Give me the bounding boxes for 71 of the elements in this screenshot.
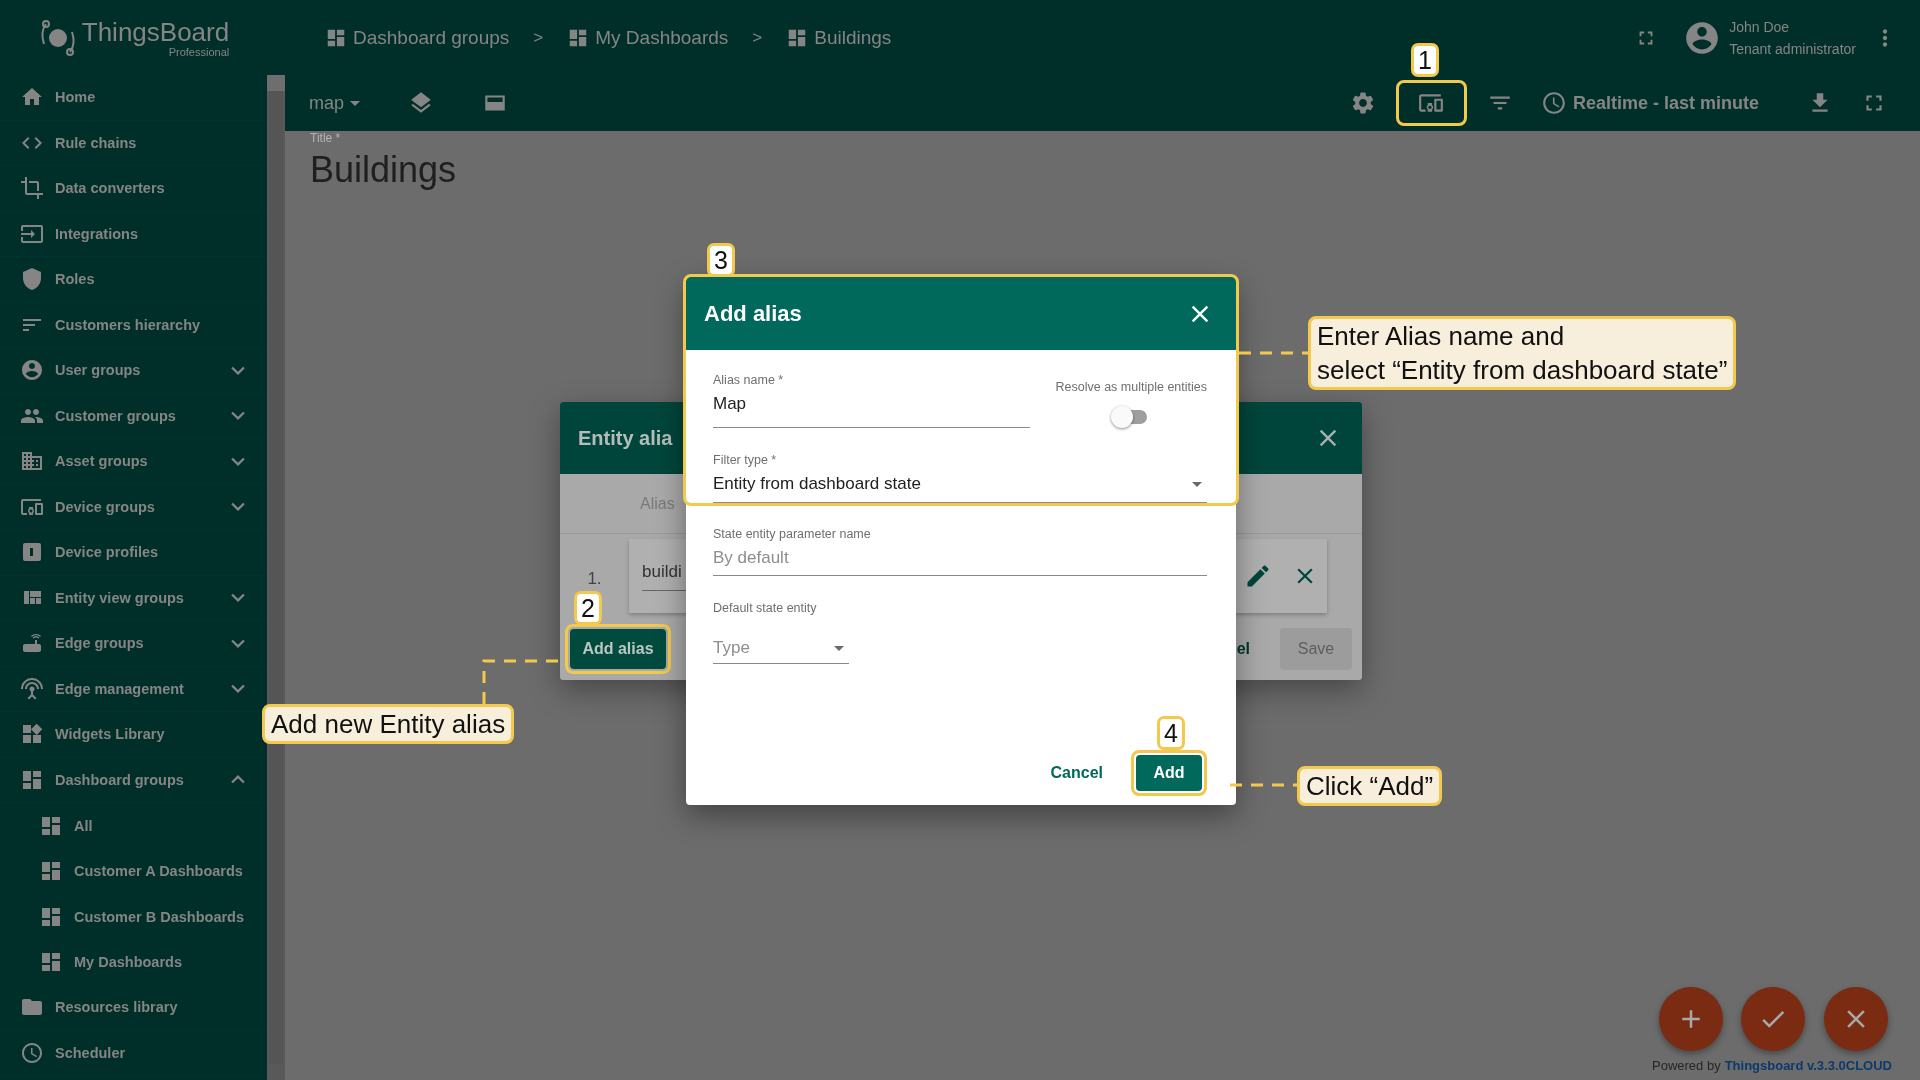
user-name: John Doe: [1729, 18, 1791, 35]
sidebar-item[interactable]: Roles: [0, 257, 267, 303]
step-number: 4: [1157, 716, 1185, 750]
sidebar-item[interactable]: Entity view groups: [0, 575, 267, 621]
dialog-title: Entity alia: [578, 426, 673, 450]
alias-name-field[interactable]: Alias name * Map: [713, 372, 1030, 428]
chevron-icon: [231, 684, 245, 694]
sidebar-item[interactable]: User groups: [0, 348, 267, 394]
chevron-icon: [231, 775, 245, 785]
breadcrumb-link[interactable]: Dashboard groups: [325, 26, 510, 49]
clock-icon: [20, 1040, 44, 1065]
title-label: Title *: [310, 131, 342, 145]
sidebar-item[interactable]: Device groups: [0, 484, 267, 530]
sidebar-item[interactable]: Customer groups: [0, 393, 267, 439]
type-select[interactable]: Type: [713, 636, 849, 664]
state-parameter-field[interactable]: State entity parameter name By default: [713, 526, 1207, 576]
breadcrumb-separator: >: [533, 27, 544, 48]
user-role: Tenant administrator: [1729, 40, 1856, 57]
cancel-link[interactable]: el: [1236, 640, 1250, 658]
caret-icon: [350, 100, 360, 106]
leader-line: [1230, 783, 1297, 787]
section-label: Default state entity: [713, 600, 817, 616]
caret-icon: [1192, 481, 1202, 487]
timewindow-button[interactable]: Realtime - last minute: [1540, 90, 1759, 116]
chevron-icon: [231, 411, 245, 421]
add-button[interactable]: Add: [1136, 755, 1202, 791]
filter-type-select[interactable]: Filter type * Entity from dashboard state: [713, 452, 1207, 503]
add-alias-button[interactable]: Add alias: [570, 629, 666, 669]
chevron-icon: [231, 593, 245, 603]
sidebar-subitem[interactable]: All: [0, 803, 267, 849]
footer-text: Powered by: [1652, 1058, 1721, 1073]
sidebar-subitem[interactable]: My Dashboards: [0, 939, 267, 985]
callout-tooltip: Click “Add”: [1297, 766, 1443, 806]
clock-icon: [1540, 90, 1567, 116]
callout-tooltip: Add new Entity alias: [262, 704, 515, 744]
chevron-icon: [231, 638, 245, 648]
sidebar-item[interactable]: Dashboard groups: [0, 757, 267, 803]
caret-icon: [834, 645, 844, 651]
logo-name: ThingsBoard: [81, 17, 230, 46]
leader-line: [1239, 351, 1308, 355]
chevron-icon: [231, 456, 245, 466]
sidebar-subitem[interactable]: Customer A Dashboards: [0, 848, 267, 894]
sidebar-item[interactable]: Resources library: [0, 985, 267, 1031]
chevron-icon: [231, 502, 245, 512]
callout-tooltip: Enter Alias name and select “Entity from dashboard state”: [1308, 316, 1737, 390]
sidebar-item[interactable]: Edge groups: [0, 621, 267, 667]
shield-icon: [20, 267, 44, 292]
dashboard-title: Buildings: [310, 149, 458, 191]
dialog-title: Add alias: [704, 300, 802, 327]
breadcrumb-link[interactable]: Buildings: [786, 26, 892, 49]
breadcrumb-separator: >: [752, 27, 763, 48]
step-number: 1: [1411, 43, 1439, 77]
close-fab[interactable]: [1824, 987, 1888, 1051]
cancel-button[interactable]: Cancel: [1042, 756, 1111, 790]
logo-edition: Professional: [168, 45, 230, 58]
state-select[interactable]: map: [309, 92, 360, 114]
sidebar-item[interactable]: Integrations: [0, 211, 267, 257]
sidebar-subitem[interactable]: Customer B Dashboards: [0, 894, 267, 940]
version-link[interactable]: Thingsboard v.3.3.0CLOUD: [1724, 1058, 1892, 1073]
account-icon: [20, 358, 44, 383]
crop-icon: [20, 176, 44, 201]
chevron-icon: [231, 365, 245, 375]
step-number: 3: [707, 243, 735, 277]
row-index: 1.: [586, 569, 603, 589]
antenna-icon: [20, 676, 44, 701]
sidebar-item[interactable]: Device profiles: [0, 530, 267, 576]
sidebar-item[interactable]: Home: [0, 75, 267, 121]
sidebar-item[interactable]: Asset groups: [0, 439, 267, 485]
breadcrumb-link[interactable]: My Dashboards: [567, 26, 729, 49]
toggle-label: Resolve as multiple entities: [1055, 380, 1207, 394]
step-number: 2: [574, 591, 602, 625]
